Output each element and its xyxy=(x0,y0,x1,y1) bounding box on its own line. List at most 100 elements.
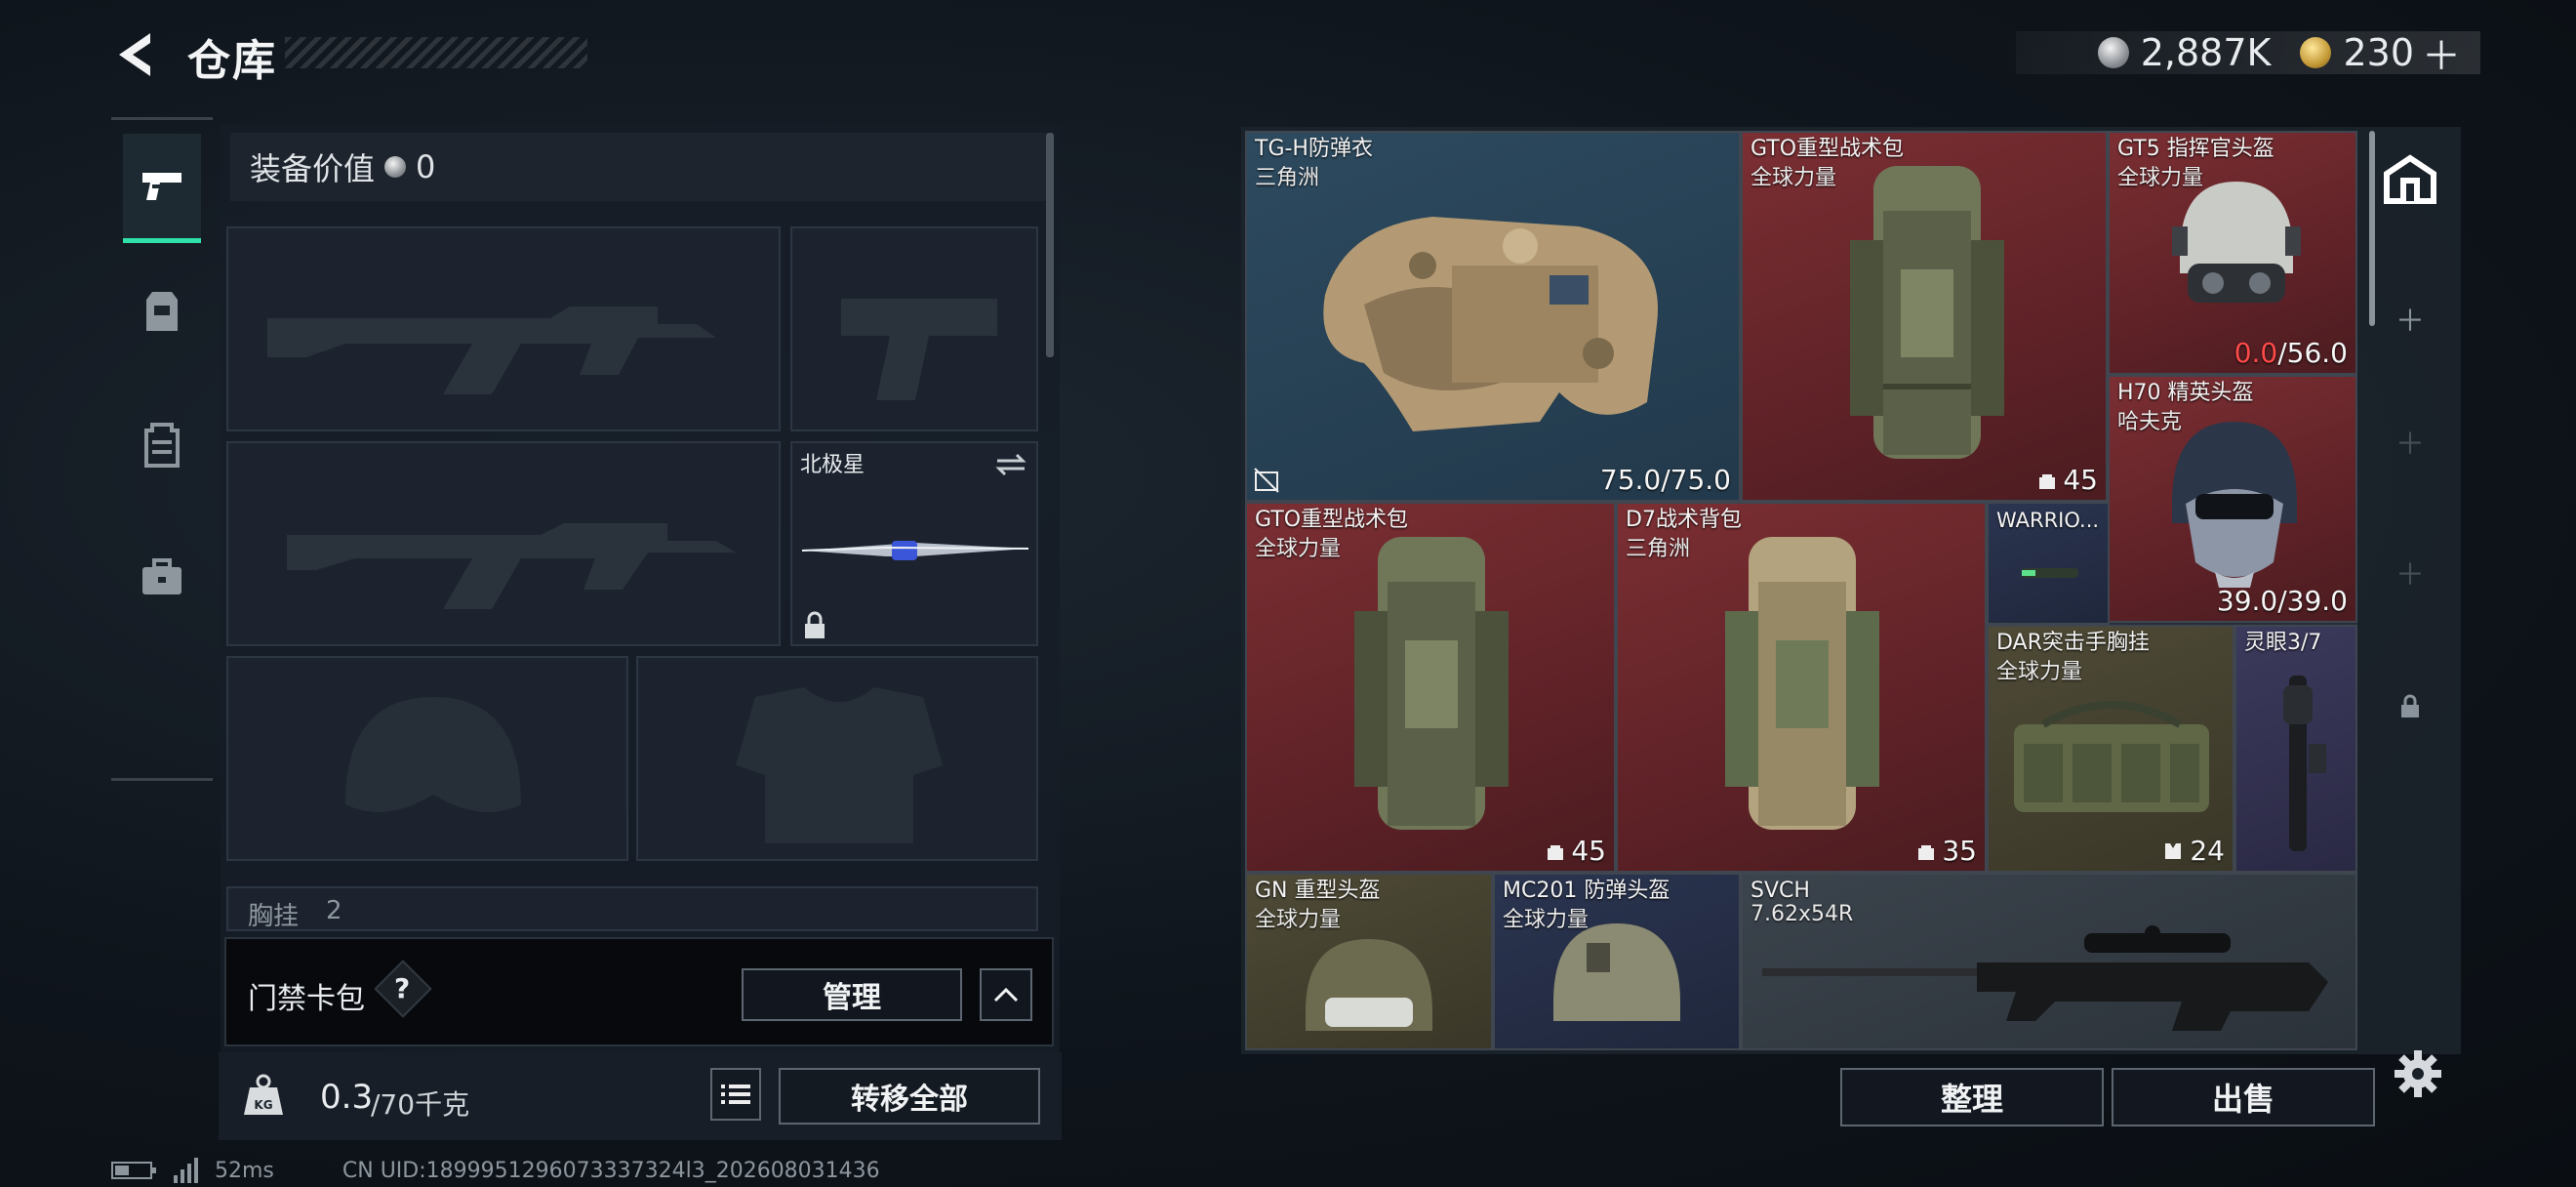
item-faction: 三角洲 xyxy=(1626,537,1691,561)
knife-icon xyxy=(801,541,1029,560)
briefcase-icon xyxy=(142,558,181,594)
ping: 52ms xyxy=(215,1158,274,1183)
attachment-icon xyxy=(2022,568,2078,578)
item-faction: 哈夫克 xyxy=(2117,410,2183,434)
stash-item[interactable]: TG-H防弹衣 三角洲 75.0/75.0 xyxy=(1245,131,1741,502)
item-name: TG-H防弹衣 xyxy=(1255,137,1373,161)
page-title: 仓库 xyxy=(187,36,277,86)
item-capacity: 45 xyxy=(1546,835,1606,867)
sort-button[interactable]: 整理 xyxy=(1840,1068,2104,1126)
helmet-silhouette-icon xyxy=(345,697,521,812)
item-slots: 24 xyxy=(2162,835,2225,867)
backpack-icon xyxy=(144,423,180,468)
swap-icon[interactable] xyxy=(993,451,1028,478)
primary-weapon-slot[interactable] xyxy=(226,226,781,431)
silver-coin-icon xyxy=(384,156,407,178)
no-insure-icon xyxy=(1254,468,1279,493)
silver-coin-icon xyxy=(2097,37,2129,68)
item-faction: 全球力量 xyxy=(1751,166,1837,190)
item-name: WARRIO... xyxy=(1996,509,2100,532)
sell-button[interactable]: 出售 xyxy=(2112,1068,2375,1126)
nav-weapons[interactable] xyxy=(123,134,201,243)
gold-balance: 230 xyxy=(2343,31,2414,74)
backpack-icon xyxy=(1725,537,1879,830)
stash-item[interactable]: D7战术背包 三角洲 35 xyxy=(1616,502,1987,873)
stash-tab-add-2[interactable]: ＋ xyxy=(2381,412,2439,471)
item-faction: 三角洲 xyxy=(1255,166,1320,190)
sidearm-slot[interactable] xyxy=(790,226,1038,431)
stash-tab-main[interactable] xyxy=(2381,150,2439,209)
title-decoration xyxy=(285,37,587,68)
lock-icon xyxy=(805,611,825,638)
durability-max: /56.0 xyxy=(2277,337,2348,369)
silver-balance: 2,887K xyxy=(2140,31,2272,74)
loadout-scrollbar[interactable] xyxy=(1046,133,1054,357)
stash-tab-add-1[interactable]: ＋ xyxy=(2381,289,2439,348)
item-capacity: 35 xyxy=(1916,835,1977,867)
stash-item[interactable]: 灵眼3/7 xyxy=(2234,625,2357,873)
stash-item[interactable]: MC201 防弹头盔 全球力量 xyxy=(1493,873,1741,1050)
nav-armor[interactable] xyxy=(123,257,201,366)
list-button[interactable] xyxy=(710,1068,761,1121)
gold-coin-icon xyxy=(2300,37,2332,68)
stash-icon xyxy=(2384,154,2436,204)
item-name: GTO重型战术包 xyxy=(1751,137,1905,161)
body-armor-slot[interactable] xyxy=(636,656,1038,861)
armor-icon xyxy=(146,292,178,331)
secondary-weapon-slot[interactable] xyxy=(226,441,781,646)
stash-item[interactable]: GT5 指挥官头盔 全球力量 0.0/56.0 xyxy=(2108,131,2357,375)
stash-item[interactable]: GTO重型战术包 全球力量 45 xyxy=(1245,502,1616,873)
stash-item[interactable]: GN 重型头盔 全球力量 xyxy=(1245,873,1493,1050)
melee-slot[interactable]: 北极星 xyxy=(790,441,1038,646)
item-durability: 39.0/39.0 xyxy=(2216,585,2348,617)
nav-backpack[interactable] xyxy=(123,389,201,499)
capacity-icon xyxy=(1548,844,1564,860)
item-capacity-value: 45 xyxy=(2063,464,2098,496)
stash-item[interactable]: GTO重型战术包 全球力量 45 xyxy=(1741,131,2108,502)
manage-button[interactable]: 管理 xyxy=(742,968,962,1021)
item-name: SVCH xyxy=(1751,879,1810,903)
back-button[interactable] xyxy=(109,27,164,82)
weight-icon: KG xyxy=(244,1074,283,1115)
stash-tab-locked[interactable] xyxy=(2381,677,2439,736)
helmet-icon xyxy=(1306,939,1432,1031)
durability-current: 0.0 xyxy=(2234,337,2278,369)
item-name: GT5 指挥官头盔 xyxy=(2117,137,2274,161)
scope-icon xyxy=(2283,675,2326,851)
back-arrow-icon xyxy=(119,33,150,76)
capacity-icon xyxy=(2039,473,2056,489)
rifle-silhouette-icon xyxy=(287,523,736,609)
item-capacity: 45 xyxy=(2037,464,2098,496)
settings-button[interactable] xyxy=(2393,1048,2443,1103)
melee-name: 北极星 xyxy=(800,453,865,477)
collapse-button[interactable] xyxy=(980,968,1032,1021)
pistol-silhouette-icon xyxy=(841,299,997,400)
equipment-value-label: 装备价值 xyxy=(250,150,376,187)
nav-case[interactable] xyxy=(123,522,201,632)
stash-items-layer: GT5 指挥官头盔 全球力量 0.0/56.0 H70 精英头盔 哈夫克 39.… xyxy=(1245,131,2357,1050)
add-currency-button[interactable]: ＋ xyxy=(2422,24,2461,81)
pistol-icon xyxy=(142,172,181,200)
stash-item[interactable]: DAR突击手胸挂 全球力量 24 xyxy=(1987,625,2234,873)
help-icon: ? xyxy=(394,972,411,1004)
stash-item[interactable]: H70 精英头盔 哈夫克 39.0/39.0 xyxy=(2108,375,2357,623)
side-nav xyxy=(111,117,213,781)
item-durability: 75.0/75.0 xyxy=(1599,464,1731,496)
chest-rig-icon xyxy=(2014,701,2209,812)
weight-max: /70千克 xyxy=(371,1088,470,1121)
item-name: DAR突击手胸挂 xyxy=(1996,631,2150,655)
stash-item[interactable]: WARRIO... xyxy=(1987,502,2110,625)
stash-tabs: ＋ ＋ ＋ xyxy=(2365,131,2455,756)
rifle-silhouette-icon xyxy=(267,307,716,394)
helmet-slot[interactable] xyxy=(226,656,628,861)
svg-text:KG: KG xyxy=(254,1098,272,1112)
chest-rig-slot[interactable]: 胸挂 2 xyxy=(226,886,1038,931)
list-icon xyxy=(721,1085,750,1104)
stash-item[interactable]: SVCH 7.62x54R xyxy=(1741,873,2357,1050)
item-slots-value: 24 xyxy=(2190,835,2225,867)
rig-slots-icon xyxy=(2165,842,2182,859)
stash-tab-add-3[interactable]: ＋ xyxy=(2381,543,2439,601)
uid: CN UID:1899951296073337324l3_20260803143… xyxy=(342,1158,880,1183)
transfer-all-button[interactable]: 转移全部 xyxy=(779,1068,1040,1125)
gear-icon xyxy=(2395,1050,2441,1097)
